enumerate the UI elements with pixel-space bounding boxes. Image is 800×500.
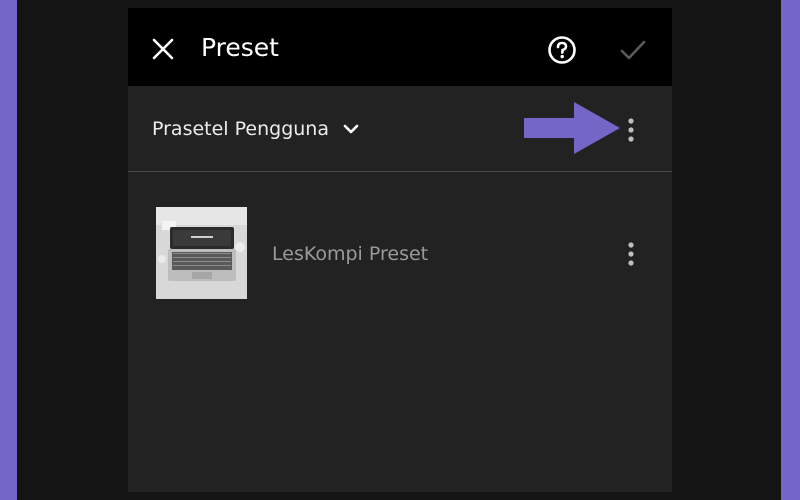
- preset-group-dropdown[interactable]: Prasetel Pengguna: [152, 114, 359, 144]
- chevron-down-icon: [343, 124, 359, 134]
- more-vertical-icon: [628, 242, 634, 266]
- preset-name: LesKompi Preset: [272, 243, 429, 265]
- help-button[interactable]: [546, 34, 578, 66]
- preset-thumbnail: [156, 207, 247, 299]
- checkmark-icon: [620, 40, 646, 60]
- help-circle-icon: [548, 36, 576, 64]
- preset-item-more-button[interactable]: [616, 236, 646, 272]
- close-icon: [152, 38, 174, 60]
- top-bar: Preset: [128, 8, 672, 86]
- laptop-photo: [156, 207, 247, 299]
- divider: [128, 171, 672, 172]
- preset-panel: Preset Prasetel Pengguna LesKompi Preset: [128, 8, 672, 492]
- page-title: Preset: [201, 33, 279, 62]
- arrow-right-icon: [524, 102, 620, 154]
- more-vertical-icon: [628, 118, 634, 142]
- confirm-button[interactable]: [616, 34, 650, 66]
- preset-group-label: Prasetel Pengguna: [152, 118, 329, 140]
- close-button[interactable]: [146, 32, 180, 66]
- preset-list-item[interactable]: LesKompi Preset: [128, 198, 672, 308]
